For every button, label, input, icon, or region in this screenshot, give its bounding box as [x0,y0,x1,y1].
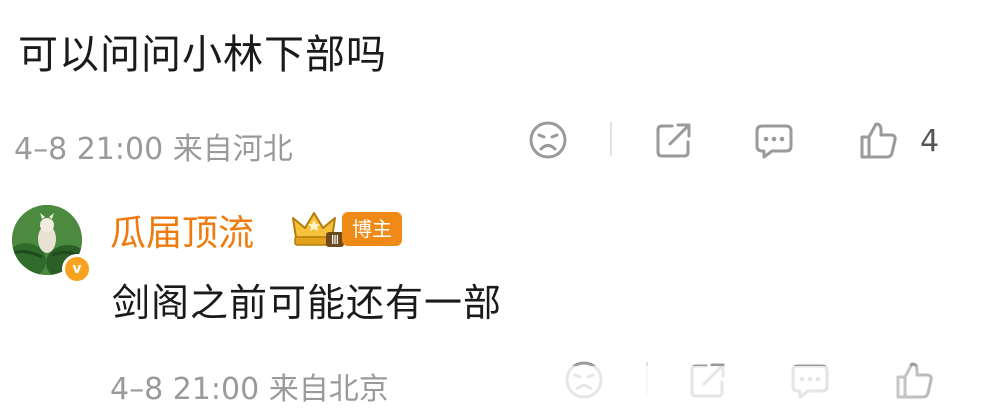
action-divider [610,122,612,156]
like-count: 4 [920,124,940,159]
comment-icon [755,124,793,159]
dislike-face-icon [529,121,567,159]
verified-badge-icon: v [62,254,92,284]
comment-text: 可以问问小林下部吗 [18,32,387,78]
like-thumb-icon [860,122,897,159]
comment-button[interactable] [752,118,796,162]
comment-thread: 可以问问小林下部吗 4–8 21:00 来自河北 4 v 瓜届顶流 Ⅲ 博主 剑… [0,0,982,416]
like-button[interactable] [856,118,900,162]
watermark-overlay [400,366,960,406]
reply-text: 剑阁之前可能还有一部 [112,281,503,325]
comment-meta-row: 4–8 21:00 来自河北 4 [14,118,954,168]
share-icon [656,123,691,158]
reply-author-name[interactable]: 瓜届顶流 [110,204,254,256]
dislike-button[interactable] [526,118,570,162]
svg-text:Ⅲ: Ⅲ [331,233,339,247]
comment-meta: 4–8 21:00 来自河北 [14,132,293,167]
reply-meta: 4–8 21:00 来自北京 [110,372,389,407]
share-button[interactable] [652,118,696,162]
crown-level-icon: Ⅲ [290,208,346,248]
blogger-badge: 博主 [342,212,402,246]
